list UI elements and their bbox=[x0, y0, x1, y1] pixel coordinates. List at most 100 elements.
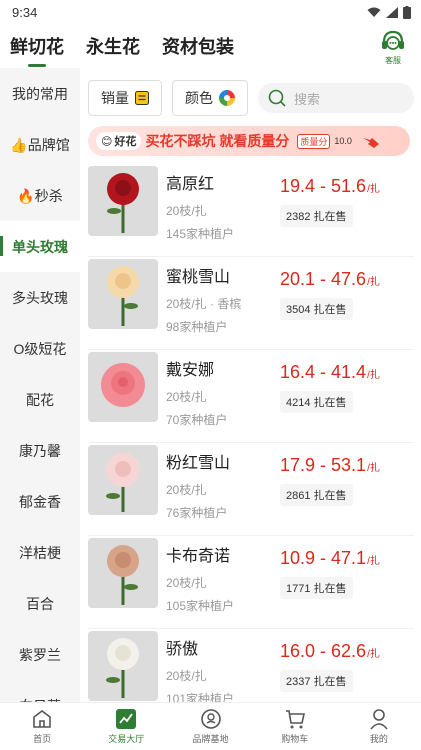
product-card[interactable]: 蜜桃雪山 20枝/扎 · 香槟 98家种植户 20.1 - 47.6/扎 350… bbox=[88, 257, 414, 350]
search-input[interactable]: 搜索 bbox=[258, 83, 414, 113]
quality-score-value: 10.0 bbox=[334, 136, 352, 146]
stock-badge: 3504 扎在售 bbox=[280, 298, 353, 320]
headset-icon bbox=[382, 30, 404, 50]
product-card[interactable]: 卡布奇诺 20枝/扎 105家种植户 10.9 - 47.1/扎 1771 扎在… bbox=[88, 536, 414, 629]
nav-trading-hall[interactable]: 交易大厅 bbox=[84, 703, 168, 750]
nav-cart-label: 购物车 bbox=[281, 734, 309, 744]
sidebar-item-favorites[interactable]: 我的常用 bbox=[0, 68, 80, 119]
search-icon bbox=[268, 89, 286, 107]
price-unit: /扎 bbox=[367, 556, 380, 567]
quality-score-banner[interactable]: 😊 好花 买花不踩坑 就看质量分 质量分 10.0 bbox=[88, 126, 410, 156]
sidebar-item-filler[interactable]: 配花 bbox=[0, 374, 80, 425]
product-name: 戴安娜 bbox=[166, 362, 215, 379]
sidebar-item-tulip[interactable]: 郁金香 bbox=[0, 476, 80, 527]
sidebar-item-eustoma[interactable]: 洋桔梗 bbox=[0, 527, 80, 578]
status-icons bbox=[367, 5, 411, 19]
product-name: 蜜桃雪山 bbox=[166, 269, 231, 286]
stock-badge: 2382 扎在售 bbox=[280, 205, 353, 227]
price-unit: /扎 bbox=[367, 649, 380, 660]
sidebar-item-single-rose[interactable]: 单头玫瑰 bbox=[0, 221, 80, 272]
product-growers: 105家种植户 bbox=[166, 599, 235, 613]
nav-brand-base-label: 品牌基地 bbox=[192, 734, 229, 744]
category-sidebar: 我的常用 👍品牌馆 🔥秒杀 单头玫瑰 多头玫瑰 O级短花 配花 康乃馨 郁金香 … bbox=[0, 68, 80, 702]
sidebar-item-sunflower[interactable]: 向日葵 bbox=[0, 680, 80, 703]
good-flower-badge: 😊 好花 bbox=[96, 132, 142, 150]
product-name: 高原红 bbox=[166, 176, 215, 193]
product-image bbox=[88, 166, 158, 236]
product-price: 17.9 - 53.1/扎 bbox=[280, 455, 410, 476]
tab-packaging[interactable]: 资材包装 bbox=[162, 33, 234, 59]
price-range: 19.4 - 51.6 bbox=[280, 176, 367, 196]
product-card[interactable]: 高原红 20枝/扎 145家种植户 19.4 - 51.6/扎 2382 扎在售 bbox=[88, 164, 414, 257]
nav-profile-label: 我的 bbox=[369, 734, 388, 744]
cart-icon bbox=[285, 710, 305, 729]
list-icon bbox=[135, 91, 149, 105]
sidebar-item-spray-rose[interactable]: 多头玫瑰 bbox=[0, 272, 80, 323]
stock-badge: 2861 扎在售 bbox=[280, 484, 353, 506]
product-name: 骄傲 bbox=[166, 641, 199, 658]
battery-icon bbox=[403, 5, 411, 19]
price-unit: /扎 bbox=[367, 277, 380, 288]
product-spec: 20枝/扎 · 香槟 bbox=[166, 297, 242, 311]
product-price: 16.4 - 41.4/扎 bbox=[280, 362, 410, 383]
product-card[interactable]: 骄傲 20枝/扎 101家种植户 16.0 - 62.6/扎 2337 扎在售 bbox=[88, 629, 414, 702]
product-image bbox=[88, 445, 158, 515]
nav-brand-base[interactable]: 品牌基地 bbox=[168, 703, 252, 750]
product-price: 16.0 - 62.6/扎 bbox=[280, 641, 410, 662]
product-name: 粉红雪山 bbox=[166, 455, 231, 472]
product-spec: 20枝/扎 bbox=[166, 669, 207, 683]
rose-image bbox=[107, 545, 139, 605]
price-range: 16.0 - 62.6 bbox=[280, 641, 367, 661]
rose-image bbox=[106, 638, 139, 698]
rose-image bbox=[107, 173, 139, 233]
product-spec: 20枝/扎 bbox=[166, 204, 207, 218]
color-filter-button[interactable]: 颜色 bbox=[172, 80, 248, 116]
rose-image bbox=[101, 363, 145, 407]
product-image bbox=[88, 259, 158, 329]
product-card[interactable]: 戴安娜 20枝/扎 70家种植户 16.4 - 41.4/扎 4214 扎在售 bbox=[88, 350, 414, 443]
sidebar-item-short-stem[interactable]: O级短花 bbox=[0, 323, 80, 374]
sidebar-item-flash-sale[interactable]: 🔥秒杀 bbox=[0, 170, 80, 221]
filter-bar: 销量 颜色 搜索 bbox=[88, 78, 414, 118]
sales-sort-button[interactable]: 销量 bbox=[88, 80, 162, 116]
signal-icon bbox=[386, 6, 398, 18]
product-growers: 101家种植户 bbox=[166, 692, 235, 702]
price-unit: /扎 bbox=[367, 184, 380, 195]
product-card[interactable]: 粉红雪山 20枝/扎 76家种植户 17.9 - 53.1/扎 2861 扎在售 bbox=[88, 443, 414, 536]
price-range: 17.9 - 53.1 bbox=[280, 455, 367, 475]
top-category-tabs: 鲜切花 永生花 资材包装 客服 bbox=[0, 24, 421, 68]
product-spec: 20枝/扎 bbox=[166, 390, 207, 404]
nav-profile[interactable]: 我的 bbox=[337, 703, 421, 750]
customer-service-button[interactable]: 客服 bbox=[377, 28, 409, 66]
product-growers: 98家种植户 bbox=[166, 320, 228, 334]
product-price: 10.9 - 47.1/扎 bbox=[280, 548, 410, 569]
tab-fresh-cut[interactable]: 鲜切花 bbox=[10, 33, 64, 67]
smile-icon: 😊 bbox=[101, 135, 113, 148]
rose-image bbox=[106, 453, 140, 512]
nav-home[interactable]: 首页 bbox=[0, 703, 84, 750]
product-growers: 145家种植户 bbox=[166, 227, 235, 241]
search-placeholder: 搜索 bbox=[294, 91, 321, 107]
tab-preserved[interactable]: 永生花 bbox=[86, 33, 140, 59]
stock-badge: 4214 扎在售 bbox=[280, 391, 353, 413]
product-spec: 20枝/扎 bbox=[166, 576, 207, 590]
sidebar-item-stock-flower[interactable]: 紫罗兰 bbox=[0, 629, 80, 680]
price-unit: /扎 bbox=[367, 370, 380, 381]
sidebar-item-brands[interactable]: 👍品牌馆 bbox=[0, 119, 80, 170]
status-bar: 9:34 bbox=[0, 0, 421, 24]
banner-text: 买花不踩坑 就看质量分 bbox=[145, 133, 290, 149]
nav-home-label: 首页 bbox=[33, 734, 52, 744]
product-image bbox=[88, 352, 158, 422]
product-spec: 20枝/扎 bbox=[166, 483, 207, 497]
trade-icon bbox=[116, 709, 137, 729]
status-time: 9:34 bbox=[12, 4, 38, 20]
sidebar-item-carnation[interactable]: 康乃馨 bbox=[0, 425, 80, 476]
wifi-icon bbox=[367, 7, 381, 17]
nav-cart[interactable]: 购物车 bbox=[253, 703, 337, 750]
hand-pointer-icon bbox=[362, 138, 379, 148]
product-image bbox=[88, 631, 158, 701]
rose-image bbox=[107, 266, 139, 326]
user-icon bbox=[370, 709, 388, 730]
color-filter-label: 颜色 bbox=[185, 90, 213, 106]
sidebar-item-lily[interactable]: 百合 bbox=[0, 578, 80, 629]
